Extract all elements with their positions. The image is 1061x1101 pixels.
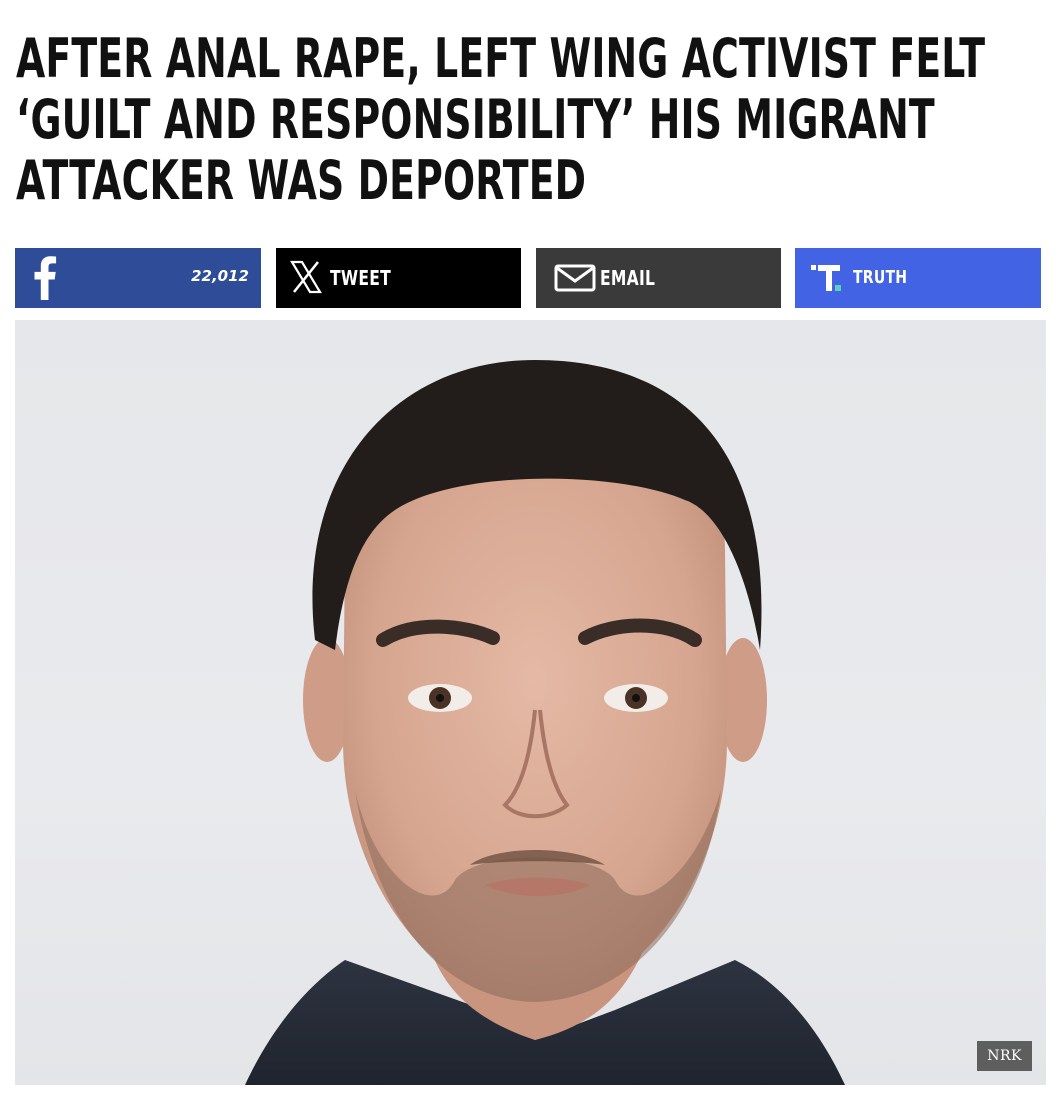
headline-line-2: ‘GUILT AND RESPONSIBILITY’ HIS MIGRANT <box>16 88 935 151</box>
truth-label: TRUTH <box>853 267 908 288</box>
headline-line-3: ATTACKER WAS DEPORTED <box>16 149 587 212</box>
x-logo-icon <box>290 260 322 294</box>
email-share-button[interactable]: EMAIL <box>536 248 781 308</box>
truth-social-icon <box>811 265 841 291</box>
email-label: EMAIL <box>600 266 656 290</box>
tweet-button[interactable]: TWEET <box>276 248 521 308</box>
article-headline: AFTER ANAL RAPE, LEFT WING ACTIVIST FELT… <box>16 27 986 212</box>
share-bar: 22,012 TWEET EMAIL TRUTH <box>15 248 1041 308</box>
envelope-icon <box>554 264 596 292</box>
photo-credit: NRK <box>977 1041 1032 1071</box>
portrait-image <box>245 360 845 1085</box>
facebook-share-button[interactable]: 22,012 <box>15 248 261 308</box>
facebook-share-count: 22,012 <box>191 267 249 285</box>
facebook-icon <box>34 256 57 300</box>
article-photo: NRK <box>15 320 1046 1085</box>
tweet-label: TWEET <box>330 266 391 290</box>
headline-line-1: AFTER ANAL RAPE, LEFT WING ACTIVIST FELT <box>16 27 986 90</box>
truth-share-button[interactable]: TRUTH <box>795 248 1041 308</box>
